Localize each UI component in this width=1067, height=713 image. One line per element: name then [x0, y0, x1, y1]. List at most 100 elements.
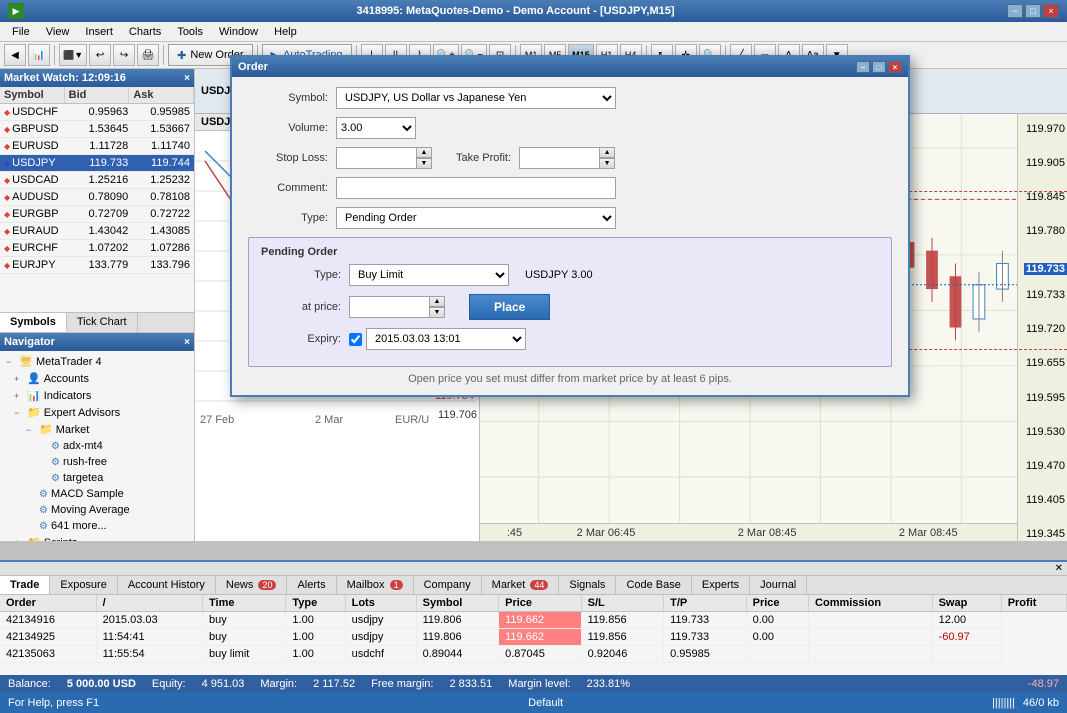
- tab-experts[interactable]: Experts: [692, 576, 750, 594]
- menu-bar: File View Insert Charts Tools Window Hel…: [0, 22, 1067, 42]
- place-button[interactable]: Place: [469, 294, 550, 320]
- trade-table-header: Order / Time Type Lots Symbol Price S/L …: [0, 595, 1067, 612]
- nav-item-experts[interactable]: − 📁 Expert Advisors: [2, 404, 192, 421]
- market-watch-close[interactable]: ×: [184, 73, 190, 84]
- comment-field[interactable]: [336, 177, 616, 199]
- time-label-2: 2 Mar 06:45: [577, 527, 636, 539]
- dialog-title: Order: [238, 61, 268, 73]
- comment-label: Comment:: [248, 182, 328, 194]
- dialog-close-btn[interactable]: ×: [888, 61, 902, 73]
- toolbar-btn-print[interactable]: 🖨: [137, 44, 159, 66]
- title-bar-left: ▶: [8, 3, 24, 19]
- expand-icon-accounts: +: [14, 374, 24, 384]
- toolbar-btn-back[interactable]: ◀: [4, 44, 26, 66]
- mw-row-gbpusd[interactable]: ◆GBPUSD 1.53645 1.53667: [0, 121, 194, 138]
- expiry-select[interactable]: 2015.03.03 13:01: [366, 328, 526, 350]
- tab-mailbox[interactable]: Mailbox 1: [337, 576, 414, 594]
- app-icon: ▶: [8, 3, 24, 19]
- dialog-title-bar: Order − □ ×: [232, 57, 908, 77]
- margin-label: Margin:: [260, 678, 297, 690]
- price-9: 119.530: [1026, 426, 1065, 438]
- margin-level-label: Margin level:: [508, 678, 570, 690]
- symbol-select[interactable]: USDJPY, US Dollar vs Japanese Yen: [336, 87, 616, 109]
- trade-row-2[interactable]: 42135063 11:55:54 buy limit 1.00 usdchf …: [0, 646, 1067, 663]
- tab-company[interactable]: Company: [414, 576, 482, 594]
- nav-item-macd[interactable]: ⚙ MACD Sample: [2, 486, 192, 502]
- tab-alerts[interactable]: Alerts: [287, 576, 336, 594]
- menu-insert[interactable]: Insert: [77, 24, 121, 40]
- trade-row-0[interactable]: 42134916 2015.03.03 buy 1.00 usdjpy 119.…: [0, 612, 1067, 629]
- cell-lots-0: 1.00: [286, 612, 345, 629]
- mw-row-usdchf[interactable]: ◆USDCHF 0.95963 0.95985: [0, 104, 194, 121]
- navigator-close[interactable]: ×: [184, 337, 190, 348]
- volume-select[interactable]: 3.00: [336, 117, 416, 139]
- pending-type-select[interactable]: Buy Limit: [349, 264, 509, 286]
- price-down[interactable]: ▼: [429, 307, 445, 318]
- tab-trade[interactable]: Trade: [0, 576, 50, 594]
- nav-item-market[interactable]: − 📁 Market: [2, 421, 192, 438]
- tab-tick-chart[interactable]: Tick Chart: [67, 313, 138, 332]
- minimize-button[interactable]: −: [1007, 4, 1023, 18]
- nav-item-indicators[interactable]: + 📊 Indicators: [2, 387, 192, 404]
- dialog-min-btn[interactable]: −: [856, 61, 870, 73]
- col-type-header: Type: [286, 595, 345, 612]
- toolbar-btn-profiles[interactable]: ⬛▼: [59, 44, 87, 66]
- toolbar-btn-undo[interactable]: ↩: [89, 44, 111, 66]
- tp-down[interactable]: ▼: [599, 158, 615, 169]
- mw-row-usdjpy[interactable]: ◆USDJPY 119.733 119.744: [0, 155, 194, 172]
- tab-journal[interactable]: Journal: [750, 576, 807, 594]
- dialog-max-btn[interactable]: □: [872, 61, 886, 73]
- tab-signals[interactable]: Signals: [559, 576, 616, 594]
- sl-up[interactable]: ▲: [416, 147, 432, 158]
- tab-codebase[interactable]: Code Base: [616, 576, 691, 594]
- trade-row-1[interactable]: 42134925 11:54:41 buy 1.00 usdjpy 119.80…: [0, 629, 1067, 646]
- toolbar-btn-redo[interactable]: ↪: [113, 44, 135, 66]
- take-profit-field[interactable]: 120.800: [519, 147, 599, 169]
- diamond-icon-4: ◆: [4, 176, 10, 185]
- mailbox-badge: 1: [390, 580, 403, 590]
- tab-account-history[interactable]: Account History: [118, 576, 216, 594]
- mw-row-eurgbp[interactable]: ◆EURGBP 0.72709 0.72722: [0, 206, 194, 223]
- mw-row-eurusd[interactable]: ◆EURUSD 1.11728 1.11740: [0, 138, 194, 155]
- type-select[interactable]: Pending Order: [336, 207, 616, 229]
- close-button[interactable]: ×: [1043, 4, 1059, 18]
- price-up[interactable]: ▲: [429, 296, 445, 307]
- tab-exposure[interactable]: Exposure: [50, 576, 117, 594]
- at-price-field[interactable]: 120.400: [349, 296, 429, 318]
- menu-charts[interactable]: Charts: [121, 24, 169, 40]
- mw-row-eurchf[interactable]: ◆EURCHF 1.07202 1.07286: [0, 240, 194, 257]
- nav-item-ma[interactable]: ⚙ Moving Average: [2, 502, 192, 518]
- nav-item-more[interactable]: ⚙ 641 more...: [2, 518, 192, 534]
- menu-view[interactable]: View: [38, 24, 78, 40]
- nav-item-root[interactable]: − 🖥 MetaTrader 4: [2, 353, 192, 370]
- free-margin-label: Free margin:: [371, 678, 433, 690]
- nav-item-scripts[interactable]: + 📁 Scripts: [2, 534, 192, 541]
- toolbar-btn-chart-type[interactable]: 📊: [28, 44, 50, 66]
- price-11: 119.405: [1026, 494, 1065, 506]
- mw-row-audusd[interactable]: ◆AUDUSD 0.78090 0.78108: [0, 189, 194, 206]
- nav-item-rush[interactable]: ⚙ rush-free: [2, 454, 192, 470]
- volume-label: Volume:: [248, 122, 328, 134]
- nav-item-targetea[interactable]: ⚙ targetea: [2, 470, 192, 486]
- nav-item-adx[interactable]: ⚙ adx-mt4: [2, 438, 192, 454]
- bottom-content: Order / Time Type Lots Symbol Price S/L …: [0, 595, 1067, 675]
- tp-up[interactable]: ▲: [599, 147, 615, 158]
- svg-text:2 Mar: 2 Mar: [315, 414, 343, 426]
- menu-help[interactable]: Help: [266, 24, 305, 40]
- menu-window[interactable]: Window: [211, 24, 266, 40]
- mw-row-usdcad[interactable]: ◆USDCAD 1.25216 1.25232: [0, 172, 194, 189]
- menu-file[interactable]: File: [4, 24, 38, 40]
- tab-news[interactable]: News 20: [216, 576, 288, 594]
- nav-item-accounts[interactable]: + 👤 Accounts: [2, 370, 192, 387]
- sl-down[interactable]: ▼: [416, 158, 432, 169]
- tab-symbols[interactable]: Symbols: [0, 313, 67, 332]
- mw-row-euraud[interactable]: ◆EURAUD 1.43042 1.43085: [0, 223, 194, 240]
- mw-row-eurjpy[interactable]: ◆EURJPY 133.779 133.796: [0, 257, 194, 274]
- maximize-button[interactable]: □: [1025, 4, 1041, 18]
- stop-loss-field[interactable]: 120.050: [336, 147, 416, 169]
- menu-tools[interactable]: Tools: [169, 24, 211, 40]
- expiry-checkbox[interactable]: [349, 333, 362, 346]
- cell-price-1: 119.806: [416, 629, 499, 646]
- tab-market[interactable]: Market 44: [482, 576, 560, 594]
- bottom-panel-close[interactable]: ✕: [1051, 562, 1067, 575]
